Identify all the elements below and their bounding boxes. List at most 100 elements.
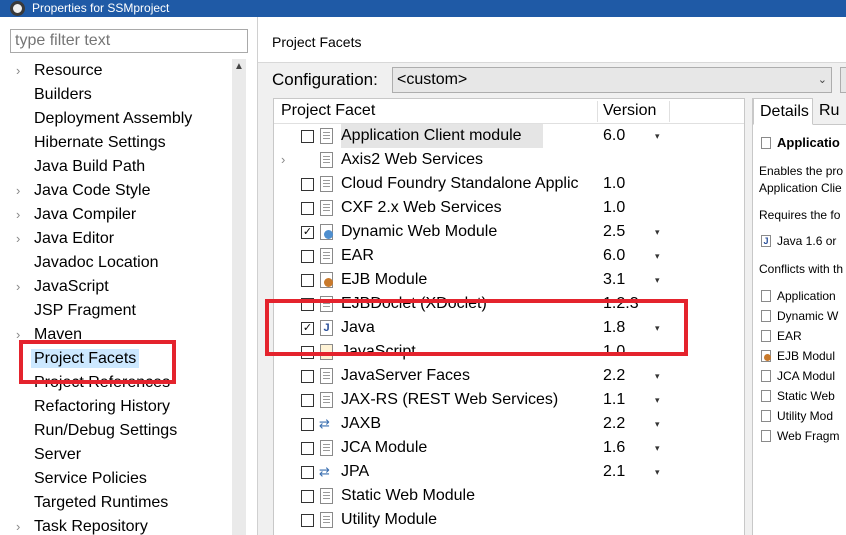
facet-version[interactable]: 2.1 [603,460,625,484]
facet-checkbox[interactable] [301,394,314,407]
sidebar-item-service-policies[interactable]: Service Policies [0,467,232,491]
facet-row[interactable]: Cloud Foundry Standalone Applic 1.0 [274,172,744,196]
facet-version[interactable]: 2.5 [603,220,625,244]
column-header-version[interactable]: Version [603,99,656,123]
facet-row[interactable]: ✓ J Java 1.8 ▾ [274,316,744,340]
facet-row[interactable]: Application Client module 6.0 ▾ [274,124,744,148]
sidebar-item-label: Refactoring History [34,398,171,415]
facet-version[interactable]: 1.2.3 [603,292,639,316]
facet-row[interactable]: ✓ Dynamic Web Module 2.5 ▾ [274,220,744,244]
version-dropdown-icon[interactable]: ▾ [655,316,660,340]
sidebar-item-hibernate-settings[interactable]: Hibernate Settings [0,131,232,155]
version-dropdown-icon[interactable]: ▾ [655,436,660,460]
chevron-right-icon[interactable]: › [16,515,20,535]
facet-version[interactable]: 6.0 [603,124,625,148]
chevron-right-icon[interactable]: › [16,59,20,83]
facet-checkbox[interactable] [301,274,314,287]
nav-scrollbar[interactable]: ▲ [232,59,246,535]
facet-row[interactable]: JavaScript 1.0 [274,340,744,364]
version-dropdown-icon[interactable]: ▾ [655,412,660,436]
facet-checkbox[interactable] [301,250,314,263]
version-dropdown-icon[interactable]: ▾ [655,364,660,388]
facet-checkbox[interactable] [301,202,314,215]
chevron-right-icon[interactable]: › [281,148,285,172]
facet-checkbox[interactable] [301,178,314,191]
sidebar-item-java-code-style[interactable]: › Java Code Style [0,179,232,203]
facet-row[interactable]: CXF 2.x Web Services 1.0 [274,196,744,220]
facet-version[interactable]: 2.2 [603,364,625,388]
chevron-right-icon[interactable]: › [16,179,20,203]
sidebar-item-targeted-runtimes[interactable]: Targeted Runtimes [0,491,232,515]
conflict-item: EJB Modul [777,349,836,363]
facet-checkbox[interactable] [301,130,314,143]
facet-row[interactable]: JCA Module 1.6 ▾ [274,436,744,460]
sidebar-item-java-editor[interactable]: › Java Editor [0,227,232,251]
facet-version[interactable]: 6.0 [603,244,625,268]
sidebar-item-server[interactable]: Server [0,443,232,467]
facet-checkbox[interactable] [301,370,314,383]
sidebar-item-java-compiler[interactable]: › Java Compiler [0,203,232,227]
chevron-down-icon[interactable]: ⌄ [818,68,827,92]
facet-version[interactable]: 3.1 [603,268,625,292]
sidebar-item-javascript[interactable]: › JavaScript [0,275,232,299]
sidebar-item-label: Project References [34,374,171,391]
facet-version[interactable]: 1.1 [603,388,625,412]
column-header-facet[interactable]: Project Facet [281,99,375,123]
facet-checkbox[interactable]: ✓ [301,322,314,335]
facet-row[interactable]: JavaServer Faces 2.2 ▾ [274,364,744,388]
facet-row[interactable]: ⇄ JPA 2.1 ▾ [274,460,744,484]
sidebar-item-resource[interactable]: › Resource [0,59,232,83]
sidebar-item-label: Project Facets [31,349,140,368]
version-dropdown-icon[interactable]: ▾ [655,388,660,412]
version-dropdown-icon[interactable]: ▾ [655,268,660,292]
sidebar-item-javadoc-location[interactable]: Javadoc Location [0,251,232,275]
version-dropdown-icon[interactable]: ▾ [655,124,660,148]
facet-row[interactable]: Static Web Module [274,484,744,508]
facet-version[interactable]: 1.6 [603,436,625,460]
facet-row[interactable]: Utility Module [274,508,744,532]
tab-runtimes[interactable]: Ru [813,98,846,125]
facet-checkbox[interactable]: ✓ [301,226,314,239]
tab-details[interactable]: Details [753,98,813,125]
facet-row[interactable]: ⇄ JAXB 2.2 ▾ [274,412,744,436]
sidebar-item-run-debug-settings[interactable]: Run/Debug Settings [0,419,232,443]
sidebar-item-refactoring-history[interactable]: Refactoring History [0,395,232,419]
facet-checkbox[interactable] [301,442,314,455]
chevron-right-icon[interactable]: › [16,323,20,347]
chevron-right-icon[interactable]: › [16,275,20,299]
sidebar-item-deployment-assembly[interactable]: Deployment Assembly [0,107,232,131]
facet-row[interactable]: EAR 6.0 ▾ [274,244,744,268]
facet-checkbox[interactable] [301,346,314,359]
sidebar-item-project-facets[interactable]: Project Facets [0,347,232,371]
version-dropdown-icon[interactable]: ▾ [655,460,660,484]
filter-input[interactable] [10,29,248,53]
configuration-select[interactable]: <custom> ⌄ [392,67,832,93]
version-dropdown-icon[interactable]: ▾ [655,244,660,268]
sidebar-item-java-build-path[interactable]: Java Build Path [0,155,232,179]
facet-row[interactable]: JAX-RS (REST Web Services) 1.1 ▾ [274,388,744,412]
sidebar-item-jsp-fragment[interactable]: JSP Fragment [0,299,232,323]
facet-version[interactable]: 1.0 [603,196,625,220]
facet-checkbox[interactable] [301,490,314,503]
facet-row[interactable]: EJB Module 3.1 ▾ [274,268,744,292]
facet-checkbox[interactable] [301,466,314,479]
sidebar-item-label: Javadoc Location [34,254,159,271]
facet-version[interactable]: 1.0 [603,340,625,364]
facet-row[interactable]: › Axis2 Web Services [274,148,744,172]
sidebar-item-maven[interactable]: › Maven [0,323,232,347]
facet-version[interactable]: 1.0 [603,172,625,196]
sidebar-item-task-repository[interactable]: › Task Repository [0,515,232,535]
facet-checkbox[interactable] [301,298,314,311]
configuration-save-button[interactable] [840,67,846,93]
sidebar-item-project-references[interactable]: Project References [0,371,232,395]
sidebar-item-builders[interactable]: Builders [0,83,232,107]
chevron-right-icon[interactable]: › [16,203,20,227]
facet-version[interactable]: 1.8 [603,316,625,340]
facet-row[interactable]: EJBDoclet (XDoclet) 1.2.3 [274,292,744,316]
facet-checkbox[interactable] [301,418,314,431]
chevron-right-icon[interactable]: › [16,227,20,251]
scroll-up-icon[interactable]: ▲ [234,61,244,72]
version-dropdown-icon[interactable]: ▾ [655,220,660,244]
facet-checkbox[interactable] [301,514,314,527]
facet-version[interactable]: 2.2 [603,412,625,436]
